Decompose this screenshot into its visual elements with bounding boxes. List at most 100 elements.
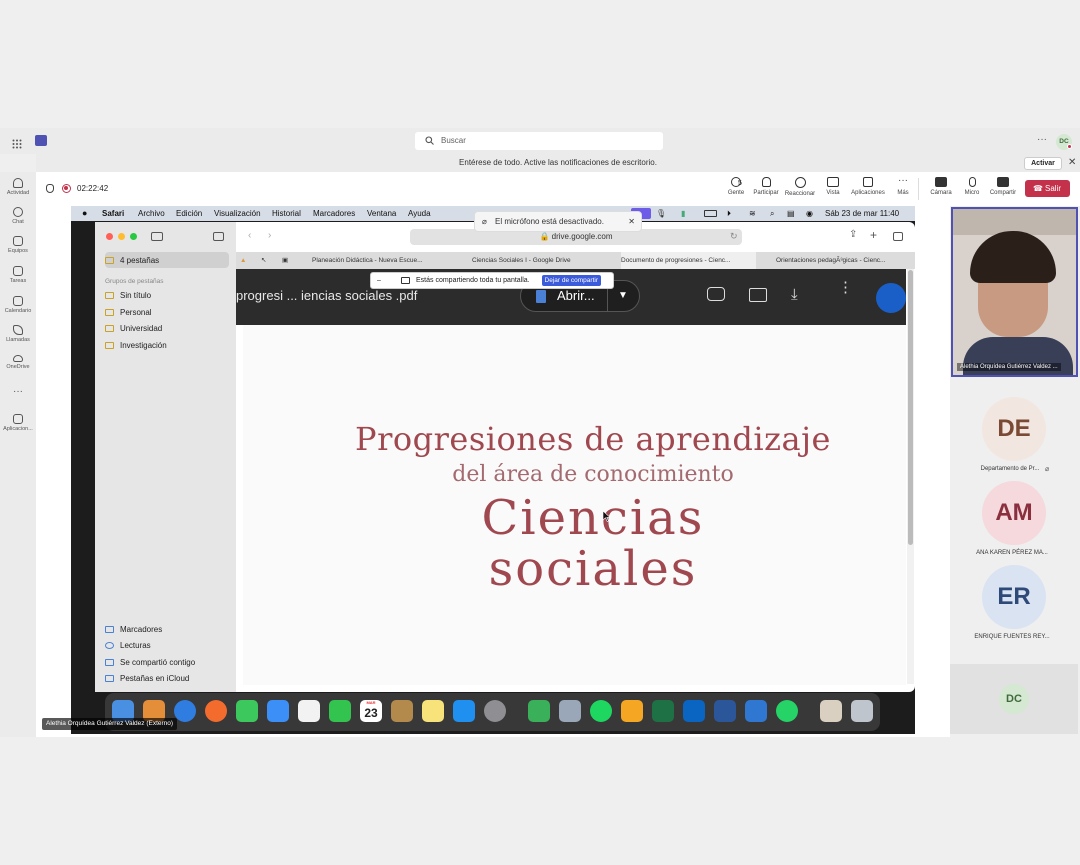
back-icon[interactable]: ‹ [248,230,251,241]
settings-icon[interactable] [484,700,506,722]
rail-item-chat[interactable]: Chat [0,207,36,225]
pinned-tab-icon[interactable]: ▣ [282,252,294,269]
minus-icon[interactable]: – [377,273,381,288]
firefox-icon[interactable] [205,700,227,722]
tool-label: Aplicaciones [851,190,885,196]
calendar-icon[interactable]: MAR 23 [360,700,382,722]
notes-icon[interactable] [422,700,444,722]
tab-overview-icon[interactable] [213,232,224,241]
zoom-window-button[interactable] [130,233,137,240]
excel-icon[interactable] [652,700,674,722]
outlook-icon[interactable] [683,700,705,722]
rail-item-teams[interactable]: Equipos [0,236,36,254]
mic-status-icon: 🎙 [656,209,667,218]
menu-marcadores: Marcadores [313,209,356,218]
tab-planeacion[interactable]: Planeación Didáctica - Nueva Escue... [312,252,440,269]
more-options-icon[interactable]: ··· [1037,134,1047,145]
sidebar-group-research[interactable]: Investigación [105,341,167,350]
scroll-thumb[interactable] [908,270,913,545]
safari-icon[interactable] [174,700,196,722]
pdf-scrollbar[interactable] [907,269,914,684]
stop-sharing-button[interactable]: Dejar de compartir [541,275,601,286]
tab-orientaciones[interactable]: Orientaciones pedagÃ³gicas - Cienc... [776,252,906,269]
close-notification-icon[interactable]: ✕ [1068,157,1076,168]
more-button[interactable]: ··· Más [885,176,921,197]
self-avatar: DC [999,684,1029,714]
whatsapp-icon[interactable] [776,700,798,722]
apps-icon [13,414,23,424]
screen-icon [401,277,410,284]
share-button[interactable]: Compartir [985,177,1021,196]
tabs-overview-icon[interactable] [893,232,903,241]
word-icon[interactable] [714,700,736,722]
view-button[interactable]: Vista [815,177,851,196]
app-launcher-icon[interactable] [12,136,22,154]
activate-notifications-button[interactable]: Activar [1024,157,1062,170]
new-tab-icon[interactable]: + [870,228,877,242]
photos-icon[interactable] [298,700,320,722]
sidebar-tab-count[interactable]: 4 pestañas [105,256,159,265]
groups-header: Grupos de pestañas [105,278,164,285]
add-to-drive-icon[interactable] [707,287,725,301]
sidebar-group-university[interactable]: Universidad [105,324,162,333]
trash-icon[interactable] [851,700,873,722]
tool-label: Gente [727,190,745,196]
minimize-window-button[interactable] [118,233,125,240]
print-icon[interactable] [749,288,767,302]
raise-hand-button[interactable]: Participar [748,177,784,196]
rail-item-apps[interactable]: Aplicacion... [0,414,36,432]
sidebar-bookmarks[interactable]: Marcadores [105,625,162,634]
rail-item-activity[interactable]: Actividad [0,178,36,196]
downloads-icon[interactable] [820,700,842,722]
pages-icon[interactable] [621,700,643,722]
leave-button[interactable]: ☎ Salir [1025,180,1070,197]
share-banner-text: Estás compartiendo toda tu pantalla. [416,277,530,284]
share-icon[interactable]: ⇪ [849,229,857,240]
close-window-button[interactable] [106,233,113,240]
messages-icon[interactable] [236,700,258,722]
tool-label: Participar [753,190,779,196]
sidebar-group-untitled[interactable]: Sin título [105,291,151,300]
rail-item-calls[interactable]: Llamadas [0,325,36,343]
apps-button[interactable]: Aplicaciones [850,177,886,196]
participant-name: ANA KAREN PÉREZ MA... [976,550,1048,556]
dock-calendar-date: 23 [364,706,378,720]
chat-icon [13,207,23,217]
mac-clock: Sáb 23 de mar 11:40 [825,209,900,218]
app-store-icon[interactable] [453,700,475,722]
numbers-icon[interactable] [528,700,550,722]
tab-documento-progresiones[interactable]: Documento de progresiones - Cienc... [621,252,756,269]
sidebar-shared-with-you[interactable]: Se compartió contigo [105,658,195,667]
search-input[interactable]: Buscar [415,132,663,150]
tab-ciencias-sociales[interactable]: Ciencias Sociales I - Google Drive [472,252,600,269]
pinned-tab-icon[interactable]: ▲ [240,252,252,269]
reload-icon[interactable]: ↻ [730,231,738,242]
rail-item-tasks[interactable]: Tareas [0,266,36,284]
sidebar-icloud-tabs[interactable]: Pestañas en iCloud [105,674,189,683]
emoji-icon [794,177,806,188]
spotify-icon[interactable] [590,700,612,722]
rail-item-onedrive[interactable]: OneDrive [0,355,36,370]
contacts-icon[interactable] [391,700,413,722]
keynote-icon[interactable] [745,700,767,722]
meeting-timer: 02:22:42 [77,184,109,193]
forward-icon[interactable]: › [268,230,271,241]
sidebar-reading-list[interactable]: Lecturas [105,641,151,650]
preview-icon[interactable] [559,700,581,722]
more-vert-icon[interactable]: ⋮ [838,280,853,295]
pinned-tab-icon[interactable]: ↖ [261,252,273,269]
participant-avatar[interactable]: ER [982,565,1046,629]
share-globe-icon[interactable] [876,283,906,313]
facetime-icon[interactable] [329,700,351,722]
react-button[interactable]: Reaccionar [782,177,818,197]
download-icon[interactable]: ⤓ [791,286,798,303]
participant-video-tile[interactable]: Alethia Orquídea Gutiérrez Valdez ... [951,207,1078,377]
sidebar-toggle-icon[interactable] [151,232,163,241]
participant-avatar[interactable]: DE [982,397,1046,461]
close-toast-icon[interactable]: ✕ [628,212,635,231]
mail-icon[interactable] [267,700,289,722]
rail-item-calendar[interactable]: Calendario [0,296,36,314]
more-apps-icon[interactable]: ··· [0,386,36,397]
sidebar-group-personal[interactable]: Personal [105,308,152,317]
participant-avatar[interactable]: AM [982,481,1046,545]
